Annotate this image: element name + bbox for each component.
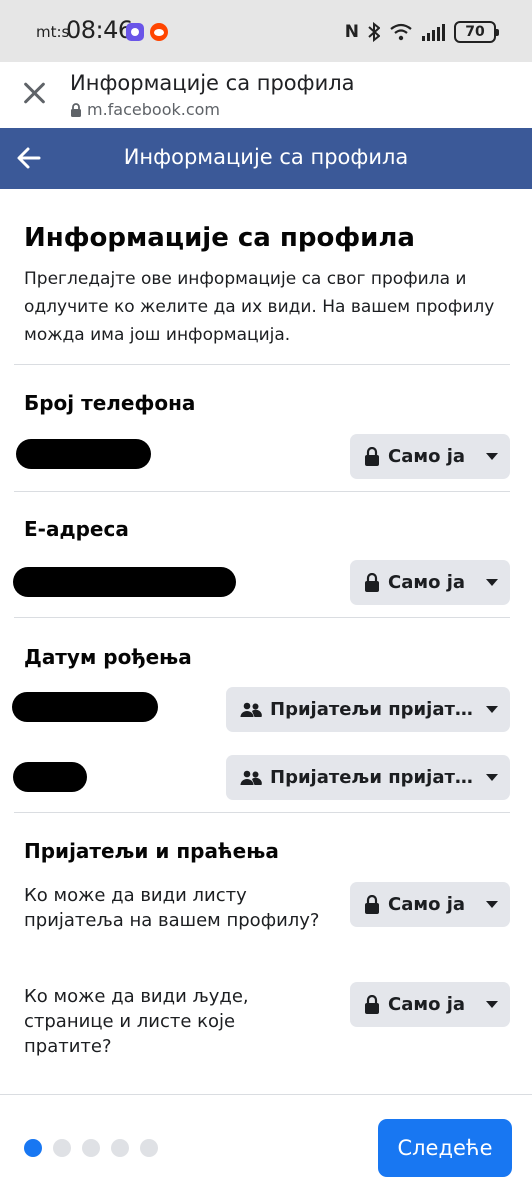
caret-down-icon: [486, 1001, 498, 1008]
step-dot: [53, 1139, 71, 1157]
redacted-email: [13, 567, 236, 597]
next-button[interactable]: Следеће: [378, 1119, 512, 1177]
privacy-button-birth-date[interactable]: Пријатељи пријатеља: [226, 687, 510, 732]
browser-bar: Информације са профила m.facebook.com: [0, 62, 532, 128]
lock-icon: [365, 895, 379, 914]
privacy-label: Само ја: [388, 446, 466, 467]
signal-icon: [422, 23, 445, 41]
reddit-icon: [150, 23, 168, 41]
privacy-label: Пријатељи пријатеља: [270, 699, 474, 720]
privacy-label: Само ја: [388, 572, 466, 593]
privacy-button-birth-year[interactable]: Пријатељи пријатеља: [226, 755, 510, 800]
clock: 08:46: [66, 16, 133, 44]
battery-icon: 70: [454, 21, 499, 43]
step-dot: [111, 1139, 129, 1157]
question-friends-list: Ко може да види листу пријатеља на вашем…: [24, 885, 320, 931]
section-title-birthday: Датум рођења: [24, 645, 192, 669]
privacy-button-friends-list[interactable]: Само ја: [350, 882, 510, 927]
caret-down-icon: [486, 453, 498, 460]
lock-icon: [71, 102, 81, 117]
header-title: Информације са профила: [123, 145, 409, 169]
wifi-icon: [390, 23, 412, 41]
privacy-button-phone[interactable]: Само ја: [350, 434, 510, 479]
redacted-birth-date: [12, 692, 158, 722]
step-dot: [140, 1139, 158, 1157]
divider: [14, 364, 510, 365]
section-title-friends: Пријатељи и праћења: [24, 839, 279, 863]
fb-header: Информације са профила: [0, 128, 532, 189]
divider: [14, 491, 510, 492]
section-title-email: Е-адреса: [24, 517, 129, 541]
caret-down-icon: [486, 774, 498, 781]
redacted-phone: [16, 439, 151, 469]
notification-app-icon: [126, 23, 144, 41]
caret-down-icon: [486, 706, 498, 713]
url-text: m.facebook.com: [87, 100, 221, 119]
divider: [14, 617, 510, 618]
section-title-phone: Број телефона: [24, 391, 196, 415]
page-description: Прегледајте ове информације са свог проф…: [24, 269, 495, 345]
step-dot: [82, 1139, 100, 1157]
caret-down-icon: [486, 901, 498, 908]
privacy-button-following[interactable]: Само ја: [350, 982, 510, 1027]
lock-icon: [365, 995, 379, 1014]
redacted-birth-year: [13, 762, 87, 792]
footer: Следеће: [0, 1094, 532, 1200]
status-bar: mt:s 08:46 N 70: [0, 0, 532, 62]
privacy-label: Само ја: [388, 894, 466, 915]
page-title: Информације са профила: [24, 223, 415, 253]
friends-icon: [240, 770, 262, 785]
divider: [14, 812, 510, 813]
lock-icon: [365, 573, 379, 592]
step-dot: [24, 1139, 42, 1157]
browser-url: m.facebook.com: [70, 100, 220, 119]
close-icon[interactable]: [20, 78, 50, 108]
privacy-label: Само ја: [388, 994, 466, 1015]
lock-icon: [365, 447, 379, 466]
carrier-label: mt:s: [36, 23, 70, 41]
question-following: Ко може да види људе, странице и листе к…: [24, 986, 249, 1057]
friends-icon: [240, 702, 262, 717]
nfc-icon: N: [344, 22, 359, 42]
privacy-label: Пријатељи пријатеља: [270, 767, 474, 788]
browser-page-title: Информације са профила: [70, 71, 355, 95]
privacy-button-email[interactable]: Само ја: [350, 560, 510, 605]
battery-level: 70: [465, 24, 485, 40]
bluetooth-icon: [368, 22, 380, 42]
step-indicator: [24, 1139, 158, 1157]
status-icons: N 70: [344, 20, 499, 44]
caret-down-icon: [486, 579, 498, 586]
